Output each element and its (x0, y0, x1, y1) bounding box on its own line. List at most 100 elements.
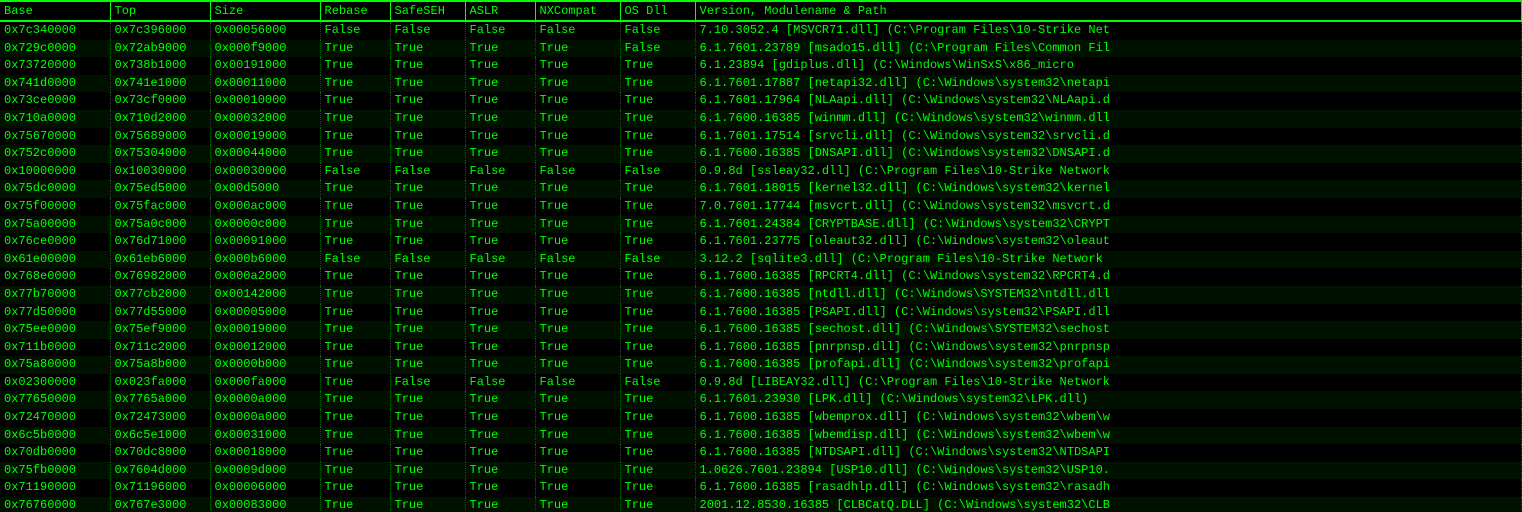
table-cell: 6.1.7600.16385 [sechost.dll] (C:\Windows… (695, 321, 1522, 339)
table-cell: 2001.12.8530.16385 [CLBCatQ.DLL] (C:\Win… (695, 497, 1522, 512)
table-cell: 0x75a8b000 (110, 356, 210, 374)
table-row[interactable]: 0x6c5b00000x6c5e10000x00031000TrueTrueTr… (0, 427, 1522, 445)
table-row[interactable]: 0x77b700000x77cb20000x00142000TrueTrueTr… (0, 286, 1522, 304)
table-cell: True (535, 427, 620, 445)
header-safeseh: SafeSEH (390, 1, 465, 21)
table-cell: 6.1.7601.23789 [msado15.dll] (C:\Program… (695, 40, 1522, 58)
table-cell: True (620, 462, 695, 480)
table-cell: True (620, 233, 695, 251)
table-row[interactable]: 0x75fb00000x7604d0000x0009d000TrueTrueTr… (0, 462, 1522, 480)
table-cell: 0x729c0000 (0, 40, 110, 58)
table-cell: True (535, 356, 620, 374)
table-cell: 6.1.7601.17514 [srvcli.dll] (C:\Windows\… (695, 128, 1522, 146)
table-cell: False (620, 40, 695, 58)
table-cell: True (620, 110, 695, 128)
table-cell: True (535, 92, 620, 110)
table-row[interactable]: 0x75ee00000x75ef90000x00019000TrueTrueTr… (0, 321, 1522, 339)
table-cell: 0x70dc8000 (110, 444, 210, 462)
table-cell: 7.10.3052.4 [MSVCR71.dll] (C:\Program Fi… (695, 21, 1522, 40)
table-cell: 6.1.7600.16385 [profapi.dll] (C:\Windows… (695, 356, 1522, 374)
table-cell: True (620, 75, 695, 93)
table-cell: False (535, 251, 620, 269)
table-row[interactable]: 0x776500000x7765a0000x0000a000TrueTrueTr… (0, 391, 1522, 409)
table-cell: True (620, 198, 695, 216)
table-row[interactable]: 0x77d500000x77d550000x00005000TrueTrueTr… (0, 304, 1522, 322)
table-cell: False (320, 251, 390, 269)
table-row[interactable]: 0x711900000x711960000x00006000TrueTrueTr… (0, 479, 1522, 497)
table-cell: False (535, 21, 620, 40)
table-cell: True (320, 479, 390, 497)
table-cell: 0x77d50000 (0, 304, 110, 322)
table-cell: True (535, 409, 620, 427)
table-row[interactable]: 0x737200000x738b10000x00191000TrueTrueTr… (0, 57, 1522, 75)
table-cell: True (620, 339, 695, 357)
table-cell: True (320, 444, 390, 462)
table-row[interactable]: 0x76ce00000x76d710000x00091000TrueTrueTr… (0, 233, 1522, 251)
table-cell: True (390, 321, 465, 339)
table-cell: True (390, 497, 465, 512)
table-cell: True (465, 110, 535, 128)
table-cell: True (320, 409, 390, 427)
table-cell: True (465, 75, 535, 93)
table-cell: True (465, 180, 535, 198)
table-row[interactable]: 0x724700000x724730000x0000a000TrueTrueTr… (0, 409, 1522, 427)
table-cell: True (535, 57, 620, 75)
table-row[interactable]: 0x7c3400000x7c3960000x00056000FalseFalse… (0, 21, 1522, 40)
table-cell: 0x000fa000 (210, 374, 320, 392)
table-row[interactable]: 0x75dc00000x75ed50000x00d5000TrueTrueTru… (0, 180, 1522, 198)
table-cell: True (390, 356, 465, 374)
table-row[interactable]: 0x75f000000x75fac0000x000ac000TrueTrueTr… (0, 198, 1522, 216)
table-row[interactable]: 0x767600000x767e30000x00083000TrueTrueTr… (0, 497, 1522, 512)
table-cell: True (390, 304, 465, 322)
table-body: 0x7c3400000x7c3960000x00056000FalseFalse… (0, 21, 1522, 512)
table-cell: True (320, 57, 390, 75)
table-cell: 6.1.7601.24384 [CRYPTBASE.dll] (C:\Windo… (695, 216, 1522, 234)
table-row[interactable]: 0x752c00000x753040000x00044000TrueTrueTr… (0, 145, 1522, 163)
table-cell: True (320, 92, 390, 110)
table-cell: 0x741e1000 (110, 75, 210, 93)
table-cell: 0x76982000 (110, 268, 210, 286)
table-row[interactable]: 0x023000000x023fa0000x000fa000TrueFalseF… (0, 374, 1522, 392)
table-row[interactable]: 0x61e000000x61eb60000x000b6000FalseFalse… (0, 251, 1522, 269)
table-cell: False (390, 251, 465, 269)
table-row[interactable]: 0x75a800000x75a8b0000x0000b000TrueTrueTr… (0, 356, 1522, 374)
table-row[interactable]: 0x710a00000x710d20000x00032000TrueTrueTr… (0, 110, 1522, 128)
table-cell: 0x61eb6000 (110, 251, 210, 269)
table-cell: True (535, 321, 620, 339)
table-cell: 0x7604d000 (110, 462, 210, 480)
table-cell: 0x000b6000 (210, 251, 320, 269)
table-cell: 0x75ed5000 (110, 180, 210, 198)
table-cell: True (535, 339, 620, 357)
table-cell: True (320, 233, 390, 251)
header-osdll: OS Dll (620, 1, 695, 21)
table-cell: False (535, 374, 620, 392)
table-row[interactable]: 0x729c00000x72ab90000x000f9000TrueTrueTr… (0, 40, 1522, 58)
table-cell: False (620, 163, 695, 181)
table-cell: 0x768e0000 (0, 268, 110, 286)
table-cell: True (390, 128, 465, 146)
table-cell: True (320, 304, 390, 322)
table-row[interactable]: 0x75a000000x75a0c0000x0000c000TrueTrueTr… (0, 216, 1522, 234)
table-row[interactable]: 0x768e00000x769820000x000a2000TrueTrueTr… (0, 268, 1522, 286)
header-top: Top (110, 1, 210, 21)
table-cell: 0x77cb2000 (110, 286, 210, 304)
table-cell: 0x75304000 (110, 145, 210, 163)
table-cell: True (390, 180, 465, 198)
table-row[interactable]: 0x711b00000x711c20000x00012000TrueTrueTr… (0, 339, 1522, 357)
table-row[interactable]: 0x73ce00000x73cf00000x00010000TrueTrueTr… (0, 92, 1522, 110)
table-cell: 0x75a0c000 (110, 216, 210, 234)
table-cell: 0x75f00000 (0, 198, 110, 216)
table-cell: True (620, 286, 695, 304)
table-row[interactable]: 0x100000000x100300000x00030000FalseFalse… (0, 163, 1522, 181)
table-cell: 6.1.23894 [gdiplus.dll] (C:\Windows\WinS… (695, 57, 1522, 75)
table-row[interactable]: 0x70db00000x70dc80000x00018000TrueTrueTr… (0, 444, 1522, 462)
table-row[interactable]: 0x756700000x756890000x00019000TrueTrueTr… (0, 128, 1522, 146)
table-cell: 0x711c2000 (110, 339, 210, 357)
table-cell: True (465, 391, 535, 409)
table-cell: 0x75a80000 (0, 356, 110, 374)
table-cell: 0x00018000 (210, 444, 320, 462)
table-cell: True (620, 128, 695, 146)
table-row[interactable]: 0x741d00000x741e10000x00011000TrueTrueTr… (0, 75, 1522, 93)
table-cell: True (620, 268, 695, 286)
table-cell: 6.1.7601.17964 [NLAapi.dll] (C:\Windows\… (695, 92, 1522, 110)
